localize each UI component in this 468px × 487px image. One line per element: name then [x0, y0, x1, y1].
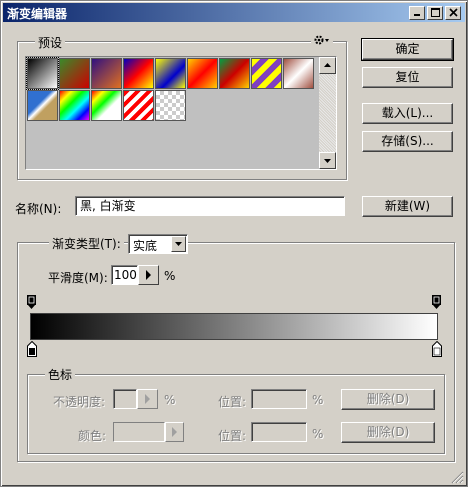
load-button[interactable]: 载入(L)... [362, 103, 453, 124]
preset-swatch[interactable] [123, 90, 154, 121]
opacity-slider-arrow-icon[interactable] [137, 389, 158, 409]
smoothness-slider-arrow-icon[interactable] [138, 265, 159, 285]
preset-swatch[interactable] [251, 58, 282, 89]
opacity-input[interactable] [113, 389, 137, 409]
scroll-down-icon[interactable] [319, 152, 336, 169]
new-button[interactable]: 新建(W) [362, 196, 453, 217]
color-delete-button[interactable]: 删除(D) [341, 422, 435, 443]
opacity-stop-right-icon[interactable] [432, 295, 441, 309]
opacity-position-label: 位置: [218, 395, 247, 409]
opacity-delete-button[interactable]: 删除(D) [341, 389, 435, 410]
color-stop-right-icon[interactable] [432, 340, 442, 357]
preset-swatch-grid [25, 56, 337, 170]
chevron-down-icon[interactable] [171, 236, 186, 252]
preset-swatch[interactable] [155, 58, 186, 89]
minimize-icon[interactable] [409, 6, 425, 20]
close-icon[interactable] [445, 6, 461, 20]
gear-icon[interactable] [311, 34, 333, 49]
preset-swatch[interactable] [26, 57, 59, 90]
smoothness-input[interactable]: 100 [111, 265, 138, 285]
preset-swatch[interactable] [123, 58, 154, 89]
color-position-unit: % [312, 427, 324, 441]
preset-scrollbar[interactable] [319, 57, 336, 169]
name-label: 名称(N): [15, 202, 62, 216]
preset-swatch[interactable] [91, 58, 122, 89]
preset-swatch[interactable] [283, 58, 314, 89]
opacity-position-input[interactable] [251, 389, 307, 409]
gradient-type-label: 渐变类型(T): [49, 235, 124, 252]
scroll-up-icon[interactable] [319, 57, 336, 74]
preset-swatch[interactable] [187, 58, 218, 89]
maximize-icon[interactable] [427, 6, 443, 20]
gradient-type-select[interactable]: 实底 [128, 234, 188, 254]
color-label: 颜色: [78, 429, 107, 443]
smoothness-unit: % [164, 269, 176, 283]
opacity-label: 不透明度: [53, 395, 106, 409]
color-stop-left-icon[interactable] [27, 340, 37, 357]
presets-label: 预设 [35, 34, 66, 51]
preset-swatch[interactable] [59, 90, 90, 121]
preset-swatch[interactable] [155, 90, 186, 121]
gradient-editor-window: 渐变编辑器 预设 确定 复位 载入(L)... 存储(S)... 名称(N): … [0, 0, 468, 487]
opacity-stop-left-icon[interactable] [27, 295, 36, 309]
ok-button[interactable]: 确定 [361, 38, 454, 61]
save-button[interactable]: 存储(S)... [362, 131, 453, 152]
preset-swatch[interactable] [91, 90, 122, 121]
color-position-label: 位置: [218, 429, 247, 443]
color-menu-arrow-icon[interactable] [165, 422, 184, 442]
color-stops-label: 色标 [45, 366, 76, 383]
opacity-unit: % [164, 393, 176, 407]
name-input[interactable]: 黑, 白渐变 [75, 196, 345, 216]
preset-swatch[interactable] [219, 58, 250, 89]
reset-button[interactable]: 复位 [362, 67, 453, 88]
smoothness-label: 平滑度(M): [48, 271, 108, 285]
window-title: 渐变编辑器 [7, 7, 68, 21]
gradient-preview-bar[interactable] [30, 313, 438, 340]
opacity-position-unit: % [312, 393, 324, 407]
resize-grip-icon[interactable] [450, 470, 464, 484]
preset-swatch[interactable] [27, 90, 58, 121]
color-swatch-input[interactable] [113, 422, 165, 442]
title-bar[interactable]: 渐变编辑器 [3, 3, 465, 22]
preset-swatch[interactable] [59, 58, 90, 89]
gradient-type-value: 实底 [133, 239, 158, 253]
color-position-input[interactable] [251, 422, 307, 442]
